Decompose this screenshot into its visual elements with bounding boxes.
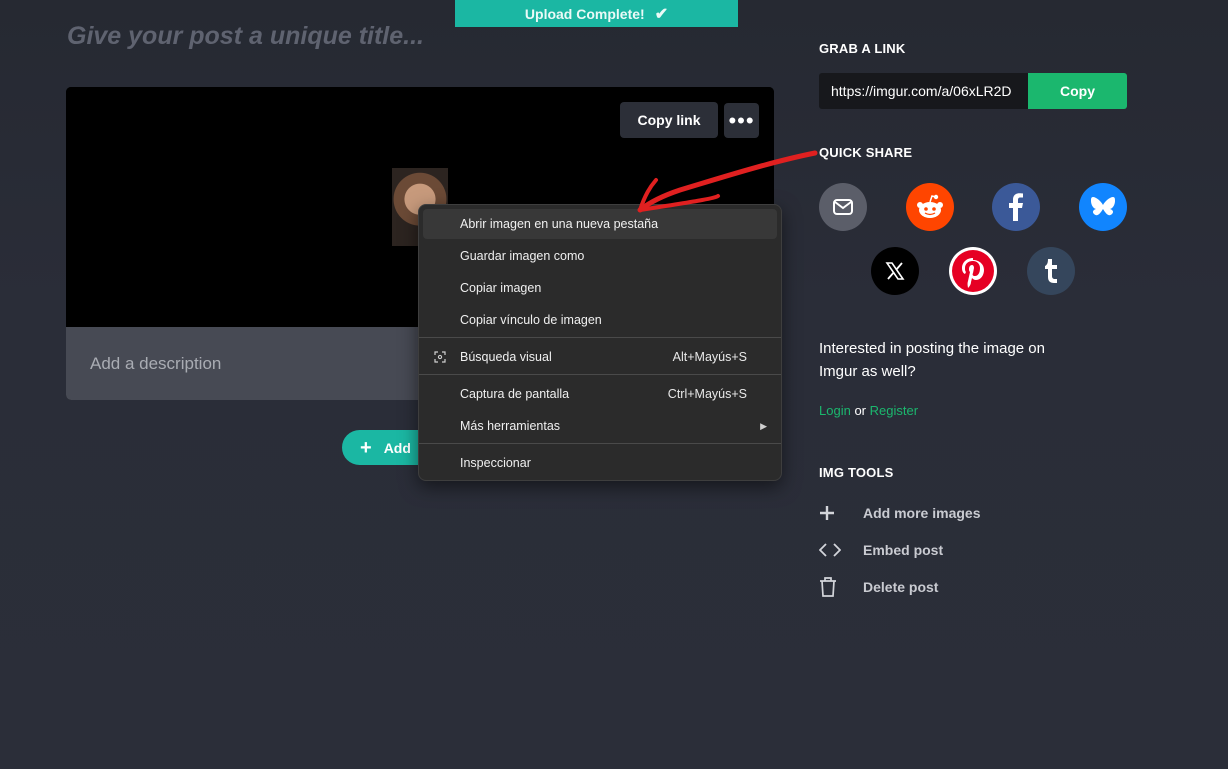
bluesky-share-button[interactable] <box>1079 183 1127 231</box>
menu-separator <box>419 374 781 375</box>
grab-link-heading: GRAB A LINK <box>819 41 906 56</box>
menu-item-inspect[interactable]: Inspeccionar <box>423 448 777 478</box>
menu-item-label: Búsqueda visual <box>460 350 552 364</box>
menu-item-shortcut: Ctrl+Mayús+S <box>667 387 747 401</box>
menu-item-label: Más herramientas <box>460 419 561 433</box>
x-share-button[interactable] <box>871 247 919 295</box>
tool-label: Add more images <box>863 505 981 521</box>
post-title-input[interactable]: Give your post a unique title... <box>67 22 424 51</box>
upload-complete-toast: Upload Complete! ✔ <box>455 0 738 27</box>
share-link-field[interactable]: https://imgur.com/a/06xLR2D <box>819 73 1028 109</box>
menu-separator <box>419 443 781 444</box>
visual-search-icon <box>433 350 447 364</box>
copy-url-button[interactable]: Copy <box>1028 73 1127 109</box>
tool-label: Embed post <box>863 542 944 558</box>
plus-icon <box>819 505 847 521</box>
reddit-icon <box>917 194 943 218</box>
menu-item-open-new-tab[interactable]: Abrir imagen en una nueva pestaña <box>423 209 777 239</box>
facebook-icon <box>1009 193 1023 221</box>
menu-item-copy-image-link[interactable]: Copiar vínculo de imagen <box>423 305 777 335</box>
tumblr-icon <box>1045 259 1057 283</box>
context-menu: Abrir imagen en una nueva pestaña Guarda… <box>418 204 782 481</box>
tumblr-share-button[interactable] <box>1027 247 1075 295</box>
email-share-button[interactable] <box>819 183 867 231</box>
img-tools-heading: IMG TOOLS <box>819 465 894 480</box>
tool-label: Delete post <box>863 579 939 595</box>
trash-icon <box>819 577 847 597</box>
menu-item-screenshot[interactable]: Captura de pantalla Ctrl+Mayús+S <box>423 379 777 409</box>
menu-item-label: Captura de pantalla <box>460 387 570 401</box>
menu-item-label: Copiar imagen <box>460 281 542 295</box>
pinterest-icon <box>952 250 994 292</box>
menu-separator <box>419 337 781 338</box>
menu-item-label: Copiar vínculo de imagen <box>460 313 602 327</box>
bluesky-icon <box>1091 197 1115 216</box>
menu-item-save-image[interactable]: Guardar imagen como <box>423 241 777 271</box>
menu-item-label: Inspeccionar <box>460 456 531 470</box>
more-options-button[interactable]: ••• <box>724 103 759 138</box>
auth-links: Login or Register <box>819 403 918 418</box>
email-icon <box>833 199 853 215</box>
quick-share-heading: QUICK SHARE <box>819 145 913 160</box>
add-more-images-button[interactable]: Add more images <box>819 502 980 524</box>
plus-icon: + <box>360 436 372 459</box>
menu-item-more-tools[interactable]: Más herramientas ▶ <box>423 411 777 441</box>
menu-item-copy-image[interactable]: Copiar imagen <box>423 273 777 303</box>
code-icon <box>819 543 847 557</box>
facebook-share-button[interactable] <box>992 183 1040 231</box>
add-button-label: Add <box>383 439 411 456</box>
submenu-arrow-icon: ▶ <box>760 420 767 431</box>
x-icon <box>885 262 905 280</box>
delete-post-button[interactable]: Delete post <box>819 576 938 598</box>
menu-item-shortcut: Alt+Mayús+S <box>672 350 747 364</box>
menu-item-visual-search[interactable]: Búsqueda visual Alt+Mayús+S <box>423 342 777 372</box>
reddit-share-button[interactable] <box>906 183 954 231</box>
register-link[interactable]: Register <box>870 403 918 418</box>
menu-item-label: Abrir imagen en una nueva pestaña <box>460 217 659 231</box>
menu-item-label: Guardar imagen como <box>460 249 585 263</box>
or-text: or <box>854 403 866 418</box>
pinterest-share-button[interactable] <box>949 247 997 295</box>
copy-link-button[interactable]: Copy link <box>620 102 718 138</box>
embed-post-button[interactable]: Embed post <box>819 539 943 561</box>
check-icon: ✔ <box>654 5 669 23</box>
imgur-posting-prompt: Interested in posting the image on Imgur… <box>819 340 1045 380</box>
login-link[interactable]: Login <box>819 403 851 418</box>
toast-text: Upload Complete! <box>524 5 645 22</box>
